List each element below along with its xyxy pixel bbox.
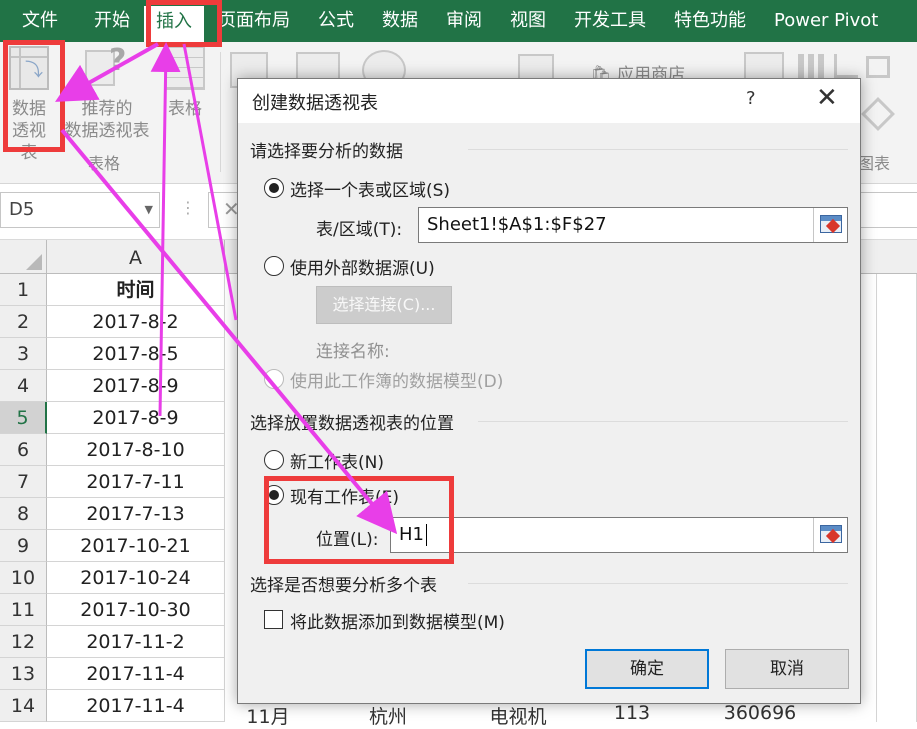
arrow-from-row5	[150, 42, 181, 417]
annotation-arrows	[55, 42, 398, 535]
arrow-insert-to-existing	[182, 43, 238, 321]
arrow-pivot-to-location	[60, 128, 398, 535]
arrow-insert-to-pivot	[55, 42, 159, 102]
